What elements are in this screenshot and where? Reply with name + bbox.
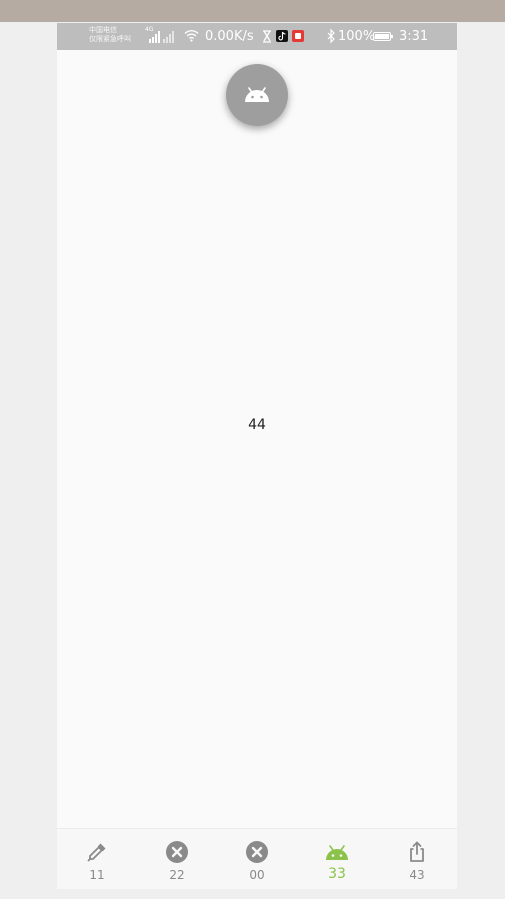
content-text: 44 [248,417,266,433]
status-bar: 中国电信 仅限紧急呼叫 4G 0.00K/s 100% 3:31 [57,23,457,50]
nav-item-11[interactable]: 11 [57,829,137,889]
nav-item-43[interactable]: 43 [377,829,457,889]
signal-sim2-icon [163,29,174,43]
emergency-only-text: 仅限紧急呼叫 [89,35,131,43]
android-fab-button[interactable] [226,64,288,126]
nav-item-33[interactable]: 33 [297,829,377,889]
signal-icon [149,29,160,43]
bottom-navigation: 11 22 00 33 43 [57,828,457,889]
phone-screen: 中国电信 仅限紧急呼叫 4G 0.00K/s 100% 3:31 44 11 2… [57,23,457,889]
battery-percent: 100% [338,29,376,44]
nav-label: 22 [169,868,185,882]
nav-item-00[interactable]: 00 [217,829,297,889]
android-icon [326,845,348,860]
wifi-icon [184,30,199,42]
android-icon [245,87,269,102]
battery-icon [373,32,393,41]
nav-label: 11 [89,868,105,882]
hourglass-icon [263,30,271,43]
carrier-name: 中国电信 [89,26,117,34]
nav-label: 00 [249,868,265,882]
share-icon [410,841,424,862]
nav-item-22[interactable]: 22 [137,829,217,889]
cancel-circle-icon [166,841,188,863]
eyedropper-icon [87,843,106,862]
bluetooth-icon [327,29,335,43]
clock: 3:31 [399,29,429,44]
cancel-circle-icon [246,841,268,863]
tiktok-icon [276,30,288,42]
nav-label: 33 [328,866,346,882]
nav-label: 43 [409,868,425,882]
notification-app-icon [292,30,304,42]
wallpaper-band [0,0,505,22]
carrier-info: 中国电信 仅限紧急呼叫 [89,26,131,44]
net-speed: 0.00K/s [205,29,254,44]
